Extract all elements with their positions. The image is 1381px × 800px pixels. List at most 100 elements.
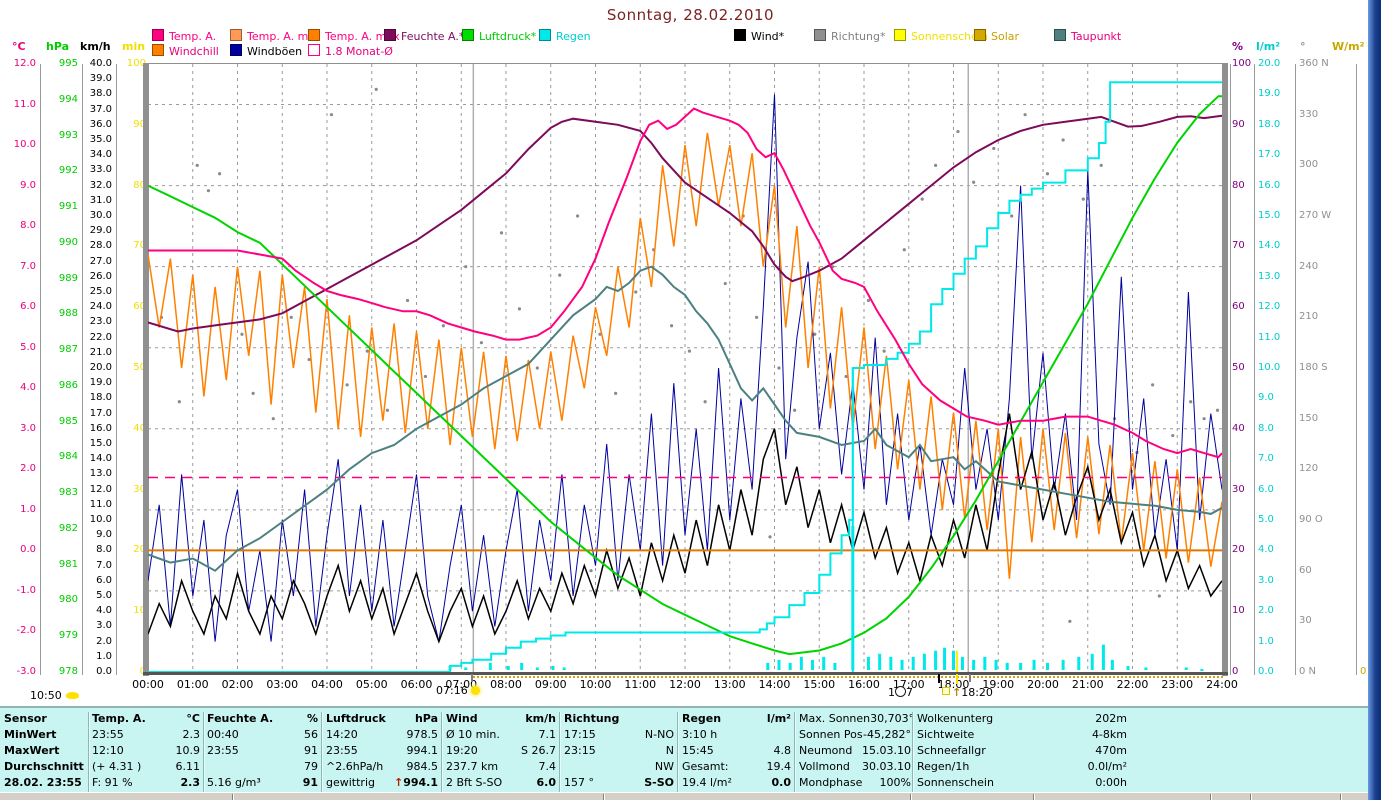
axis-tick-label: 40: [133, 422, 146, 434]
dot-richtung: [902, 248, 906, 252]
dot-richtung: [813, 332, 817, 336]
cell-value: 6.0: [536, 775, 557, 789]
cell-value: ↑994.1: [393, 775, 438, 789]
cell-value: N: [665, 743, 674, 757]
axis-tick-label: 14.0: [1258, 240, 1281, 252]
x-tick-label: 08:00: [490, 678, 522, 691]
dot-richtung: [589, 569, 593, 573]
dot-richtung: [345, 383, 349, 387]
legend-item: Wind*: [734, 29, 784, 43]
info-label: Wolkenunterg: [917, 711, 994, 725]
table-column: Wind km/h Ø 10 min. 7.1 19:20 S 26.7 237.7 km 7…: [446, 710, 556, 790]
axis-tick-label: 23.0: [89, 316, 112, 328]
table-divider: [321, 712, 322, 792]
table-row: MinWert: [4, 726, 88, 742]
row-label: 28.02. 23:55: [4, 775, 82, 789]
table-row: Gesamt: 19.4: [682, 758, 791, 774]
moonrise-text: 1: [888, 686, 895, 699]
cell-label: 23:15: [564, 743, 596, 757]
table-divider: [677, 712, 678, 792]
statusbar-divider: [1033, 794, 1034, 800]
axis-line-pct: [1230, 64, 1231, 675]
legend-item: Temp. A.: [152, 29, 216, 43]
axis-tick-label: 25.0: [89, 286, 112, 297]
axis-tick-label: 27.0: [89, 255, 112, 267]
cell-value: S-SO: [644, 775, 674, 789]
cell-value: 2.3: [182, 727, 201, 741]
dot-richtung: [240, 332, 244, 336]
table-row: 3:10 h: [682, 726, 791, 742]
legend-swatch: [539, 29, 551, 41]
axis-tick-label: 19.0: [1258, 88, 1281, 100]
dot-richtung: [956, 129, 960, 134]
axis-tick-label: 5.0: [1258, 514, 1274, 525]
x-tick-label: 05:00: [355, 678, 388, 691]
cell-label: (+ 4.31 ): [92, 759, 142, 773]
bar-regen-rate: [1061, 659, 1065, 670]
weather-chart-canvas[interactable]: [148, 64, 1222, 672]
cell-label: 17:15: [564, 727, 596, 741]
cell-value: 10.9: [175, 743, 201, 757]
x-tick-label: 12:00: [669, 678, 701, 691]
statusbar-divider: [603, 794, 604, 800]
dot-richtung: [218, 172, 222, 176]
dot-richtung: [195, 163, 199, 167]
info-value: 15.03.10: [862, 743, 911, 757]
table-column: Wolkenunterg 202m Sichtweite 4-8km Schneefal…: [917, 710, 1127, 790]
info-value: 470m: [1095, 743, 1127, 757]
dot-richtung: [723, 281, 727, 286]
axis-tick-label: 60: [133, 301, 146, 313]
bar-regen-rate: [777, 659, 781, 670]
info-label: Schneefallgr: [917, 743, 986, 757]
dot-richtung: [703, 400, 707, 404]
dot-richtung: [329, 113, 334, 117]
table-row: 12:10 10.9: [92, 742, 200, 758]
table-row: Schneefallgr 470m: [917, 742, 1127, 758]
info-label: Sonnen Pos: [799, 727, 863, 741]
cell-label: gewittrig: [326, 775, 375, 789]
axis-tick-label: 18.0: [1258, 118, 1281, 130]
legend-swatch: [152, 29, 164, 41]
axis-tick-label: 11.0: [13, 98, 36, 110]
bar-regen-rate: [889, 656, 893, 670]
axis-tick-label: 30: [133, 483, 146, 495]
moonset-time: 10:50: [30, 689, 62, 702]
axis-tick-label: 16.0: [1258, 179, 1281, 191]
axis-header-lm2: l/m²: [1256, 40, 1281, 53]
legend-swatch: [894, 29, 906, 41]
table-row: Ø 10 min. 7.1: [446, 726, 556, 742]
info-value: 30,703°: [870, 711, 915, 725]
legend-item: Taupunkt: [1054, 29, 1121, 43]
dot-richtung: [793, 408, 797, 412]
dot-richtung: [777, 366, 781, 370]
legend-label: Regen: [556, 30, 591, 43]
bar-regen-rate: [994, 659, 998, 670]
axis-tick-label: 11.0: [1258, 331, 1281, 343]
legend-swatch: [814, 29, 826, 41]
bar-regen-rate: [934, 650, 938, 670]
table-row: 2 Bft S-SO 6.0: [446, 774, 556, 790]
dot-richtung: [464, 265, 468, 269]
statusbar-divider: [910, 794, 911, 800]
legend-item: Windböen: [230, 44, 302, 58]
axis-header-kmh: km/h: [80, 40, 111, 53]
rising-arrow-icon: ↑: [393, 775, 404, 789]
bar-regen-rate: [1077, 656, 1081, 670]
x-tick-label: 24:00: [1206, 678, 1238, 691]
dot-richtung: [1157, 594, 1161, 598]
legend-label: Windböen: [247, 45, 303, 58]
legend-item: Luftdruck*: [462, 29, 536, 43]
axis-tick-label: 15.0: [1258, 210, 1281, 221]
axis-tick-label: 2.0: [1258, 605, 1274, 617]
dot-richtung: [634, 290, 638, 294]
legend-swatch: [308, 44, 320, 56]
x-tick-label: 20:00: [1027, 678, 1059, 691]
bar-regen-rate: [972, 659, 976, 670]
row-label: Sensor: [4, 711, 47, 725]
axis-tick-label: 7.0: [96, 559, 112, 571]
legend-label: Taupunkt: [1071, 30, 1122, 43]
info-value: 4-8km: [1091, 727, 1127, 741]
solar-zero-line: [473, 676, 1223, 678]
dot-richtung: [687, 349, 692, 353]
cell-label: 237.7 km: [446, 759, 499, 773]
